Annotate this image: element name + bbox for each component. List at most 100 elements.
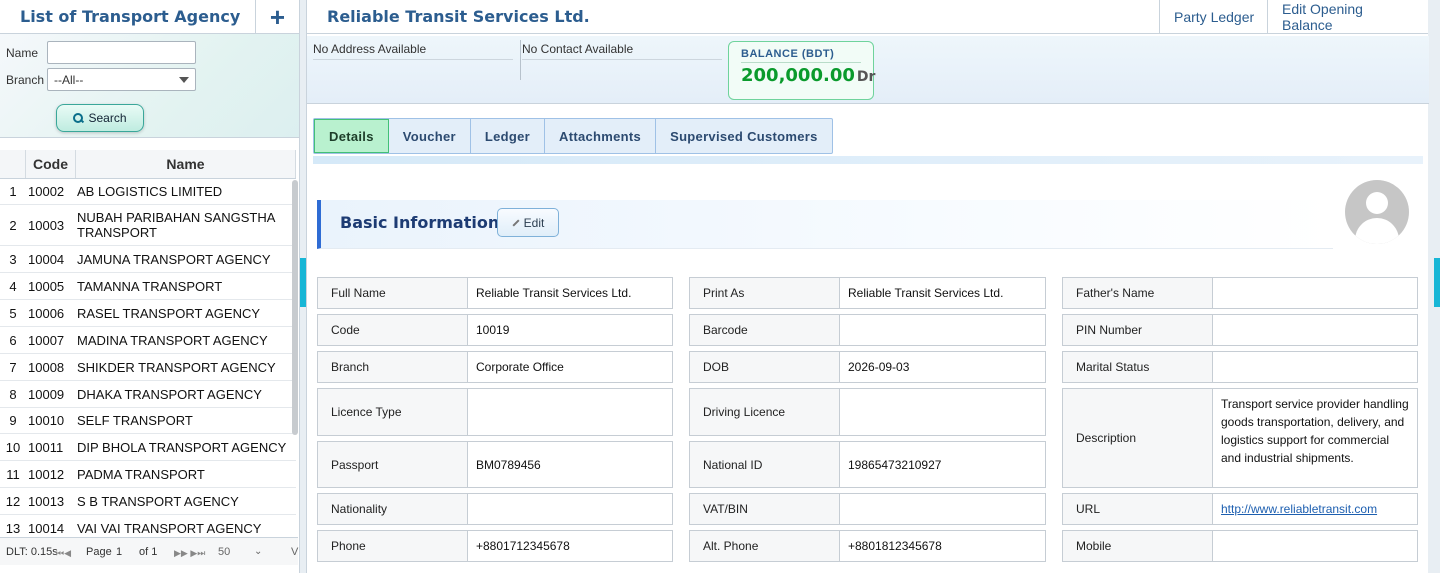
field-value: 19865473210927	[848, 457, 942, 472]
table-row[interactable]: 1 10002 AB LOGISTICS LIMITED	[0, 179, 296, 205]
agency-table: Code Name 1 10002 AB LOGISTICS LIMITED 2 100…	[0, 150, 296, 542]
row-index: 1	[9, 184, 17, 199]
address-text: No Address Available	[313, 42, 513, 60]
agency-detail-panel: Reliable Transit Services Ltd. Party Led…	[306, 0, 1429, 573]
page-number-input[interactable]: 1	[116, 546, 122, 558]
field-value	[468, 494, 672, 524]
field-label: Print As	[690, 278, 840, 308]
table-row[interactable]: 4 10005 TAMANNA TRANSPORT	[0, 273, 296, 300]
table-scrollbar[interactable]	[292, 180, 298, 435]
search-button-label: Search	[88, 111, 127, 125]
field-value: Reliable Transit Services Ltd.	[476, 286, 632, 300]
row-name: JAMUNA TRANSPORT AGENCY	[77, 251, 271, 267]
field-branch: Branch Corporate Office	[317, 351, 673, 383]
field-nationality: Nationality	[317, 493, 673, 525]
tab-details[interactable]: Details	[314, 119, 389, 153]
row-code: 10004	[28, 251, 65, 267]
avatar-head-icon	[1366, 192, 1388, 214]
row-code: 10010	[28, 413, 65, 428]
field-vat-bin: VAT/BIN	[689, 493, 1046, 525]
tab-attachments[interactable]: Attachments	[545, 119, 657, 153]
next-last-icon[interactable]: ▶▶ ▶⏭	[174, 548, 205, 559]
url-link[interactable]: http://www.reliabletransit.com	[1213, 494, 1417, 524]
tab-ledger[interactable]: Ledger	[471, 119, 546, 153]
row-code: 10009	[28, 386, 65, 402]
field-value: BM0789456	[476, 457, 541, 472]
name-filter-input[interactable]	[47, 41, 196, 64]
balance-amount: 200,000.00 Dr	[741, 65, 875, 86]
field-label: Full Name	[318, 278, 468, 308]
branch-filter-label: Branch	[6, 73, 45, 87]
table-row[interactable]: 10 10011 DIP BHOLA TRANSPORT AGENCY	[0, 434, 296, 461]
row-index: 6	[9, 332, 17, 348]
field-label: Nationality	[318, 494, 468, 524]
row-index: 3	[9, 251, 17, 267]
field-phone: Phone +8801712345678	[317, 530, 673, 562]
field-label: Barcode	[690, 315, 840, 345]
page-count: of 1	[139, 545, 158, 558]
field-label: Code	[318, 315, 468, 345]
row-index: 11	[6, 466, 20, 482]
row-name: S B TRANSPORT AGENCY	[77, 493, 239, 509]
field-code: Code 10019	[317, 314, 673, 346]
row-name: DHAKA TRANSPORT AGENCY	[77, 386, 262, 402]
add-agency-icon[interactable]: +	[255, 0, 299, 34]
row-name: MADINA TRANSPORT AGENCY	[77, 332, 268, 348]
page-label: Page	[86, 545, 112, 558]
field-label: Father's Name	[1063, 278, 1213, 308]
table-header: Code Name	[0, 150, 296, 179]
table-row[interactable]: 5 10006 RASEL TRANSPORT AGENCY	[0, 300, 296, 327]
row-index: 10	[5, 439, 21, 455]
trailing-control[interactable]: V	[291, 546, 298, 558]
field-print-as: Print As Reliable Transit Services Ltd.	[689, 277, 1046, 309]
tab-supervised-customers[interactable]: Supervised Customers	[656, 119, 832, 153]
field-value: 2026-09-03	[848, 360, 910, 374]
party-ledger-link[interactable]: Party Ledger	[1159, 0, 1268, 34]
field-licence-type: Licence Type	[317, 388, 673, 436]
row-index: 8	[9, 386, 17, 402]
field-label: URL	[1063, 494, 1213, 524]
chevron-down-icon[interactable]: ⌄	[254, 546, 262, 557]
field-mobile: Mobile	[1062, 530, 1418, 562]
basic-info-section-header: Basic Information Edit	[317, 200, 1333, 249]
avatar[interactable]	[1345, 180, 1409, 244]
field-passport: Passport BM0789456	[317, 441, 673, 488]
branch-filter-select[interactable]: --All--	[47, 68, 196, 91]
contact-text: No Contact Available	[522, 42, 722, 60]
right-edge-handle[interactable]	[1434, 258, 1440, 307]
header-index	[0, 150, 26, 178]
table-row[interactable]: 7 10008 SHIKDER TRANSPORT AGENCY	[0, 354, 296, 381]
table-row[interactable]: 8 10009 DHAKA TRANSPORT AGENCY	[0, 381, 296, 408]
field-label: National ID	[690, 442, 840, 487]
header-name[interactable]: Name	[76, 150, 296, 178]
edit-opening-balance-link[interactable]: Edit Opening Balance	[1267, 0, 1428, 34]
table-row[interactable]: 3 10004 JAMUNA TRANSPORT AGENCY	[0, 246, 296, 273]
page-size-select[interactable]: 50	[218, 546, 230, 558]
field-value	[1213, 315, 1417, 345]
table-row[interactable]: 9 10010 SELF TRANSPORT	[0, 408, 296, 434]
first-prev-icon[interactable]: ⏮◀	[56, 548, 71, 559]
field-label: Mobile	[1063, 531, 1213, 561]
balance-label: BALANCE (BDT)	[741, 48, 861, 63]
header-code[interactable]: Code	[26, 150, 76, 178]
row-name: PADMA TRANSPORT	[77, 466, 205, 482]
search-icon	[73, 113, 84, 123]
edit-button[interactable]: Edit	[497, 208, 559, 237]
tab-underline	[313, 156, 1423, 164]
row-index: 5	[9, 305, 17, 321]
table-row[interactable]: 2 10003 NUBAH PARIBAHAN SANGSTHA TRANSPORT	[0, 205, 296, 246]
row-name: SELF TRANSPORT	[77, 413, 193, 428]
field-url: URL http://www.reliabletransit.com	[1062, 493, 1418, 525]
table-row[interactable]: 6 10007 MADINA TRANSPORT AGENCY	[0, 327, 296, 354]
table-row[interactable]: 12 10013 S B TRANSPORT AGENCY	[0, 488, 296, 515]
detail-header: Reliable Transit Services Ltd. Party Led…	[307, 0, 1428, 34]
field-description: Description Transport service provider ha…	[1062, 388, 1418, 488]
table-row[interactable]: 11 10012 PADMA TRANSPORT	[0, 461, 296, 488]
search-button[interactable]: Search	[56, 104, 144, 132]
balance-card: BALANCE (BDT) 200,000.00 Dr	[728, 41, 875, 100]
tab-voucher[interactable]: Voucher	[389, 119, 471, 153]
field-label: Alt. Phone	[690, 531, 840, 561]
field-value: +8801812345678	[848, 539, 942, 553]
field-label: Passport	[318, 442, 468, 487]
field-label: Marital Status	[1063, 352, 1213, 382]
